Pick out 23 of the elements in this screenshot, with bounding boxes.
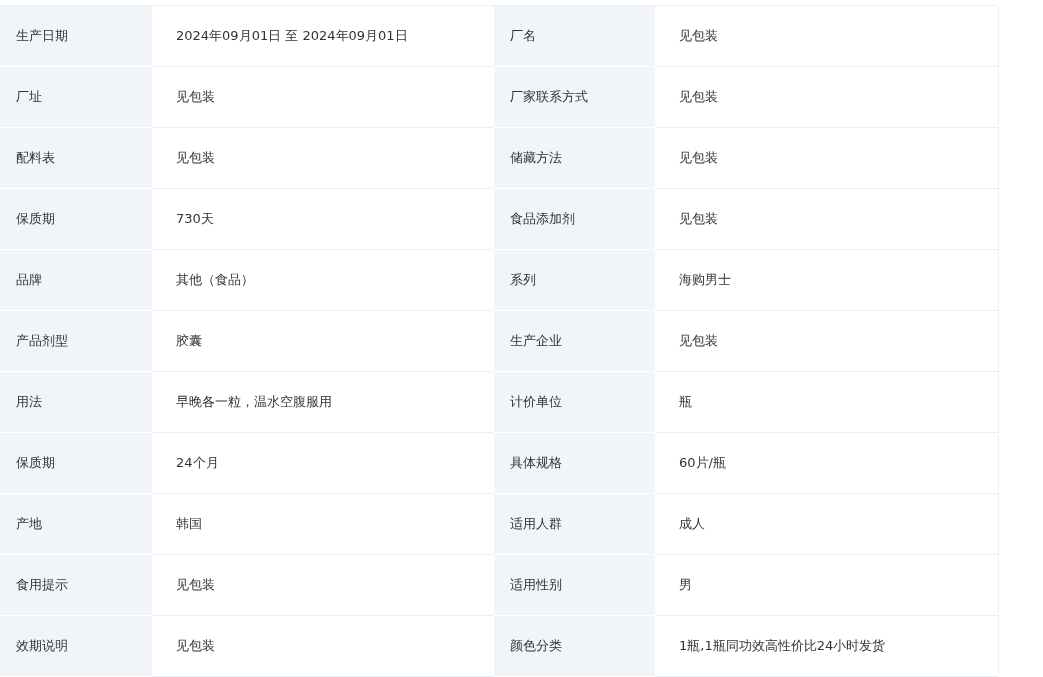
spec-label: 计价单位 bbox=[494, 372, 655, 433]
spec-label: 食用提示 bbox=[0, 555, 152, 616]
spec-label: 保质期 bbox=[0, 433, 152, 494]
spec-label: 适用人群 bbox=[494, 494, 655, 555]
spec-label: 配料表 bbox=[0, 128, 152, 189]
spec-label: 产品剂型 bbox=[0, 311, 152, 372]
spec-label: 厂家联系方式 bbox=[494, 67, 655, 128]
spec-label: 厂名 bbox=[494, 6, 655, 67]
spec-label: 厂址 bbox=[0, 67, 152, 128]
spec-label: 食品添加剂 bbox=[494, 189, 655, 250]
spec-label: 效期说明 bbox=[0, 616, 152, 677]
spec-label: 产地 bbox=[0, 494, 152, 555]
spec-label: 保质期 bbox=[0, 189, 152, 250]
spec-label: 生产日期 bbox=[0, 6, 152, 67]
spec-label: 颜色分类 bbox=[494, 616, 655, 677]
spec-label: 系列 bbox=[494, 250, 655, 311]
spec-label: 品牌 bbox=[0, 250, 152, 311]
spec-value: 见包装 bbox=[655, 6, 998, 67]
spec-label: 用法 bbox=[0, 372, 152, 433]
spec-label: 生产企业 bbox=[494, 311, 655, 372]
spec-label: 具体规格 bbox=[494, 433, 655, 494]
spec-label: 储藏方法 bbox=[494, 128, 655, 189]
spec-label: 适用性别 bbox=[494, 555, 655, 616]
